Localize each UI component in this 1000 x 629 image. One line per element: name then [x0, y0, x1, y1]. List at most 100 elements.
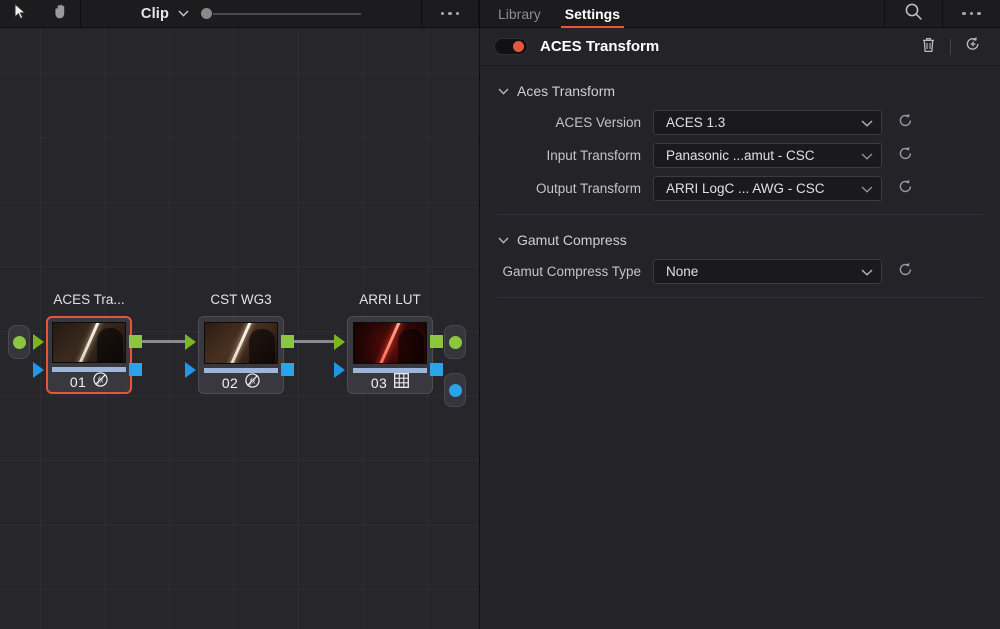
node-02-body[interactable]: 02 fx — [198, 316, 284, 394]
inspector-options-button[interactable] — [942, 0, 1000, 28]
node-3-rgb-input-arrow[interactable] — [334, 334, 345, 350]
node-02-thumbnail — [204, 322, 278, 364]
dropdown-gamut-compress-type-value: None — [666, 264, 699, 279]
pan-tool-button[interactable] — [40, 0, 80, 28]
reset-icon — [897, 145, 914, 167]
graph-output-rgb[interactable] — [444, 325, 466, 359]
tab-library[interactable]: Library — [486, 0, 553, 28]
node-1-key-input-arrow[interactable] — [33, 362, 44, 378]
slider-knob[interactable] — [201, 8, 213, 19]
node-02-footer: 02 fx — [204, 373, 278, 393]
inspector-pane: Library Settings ACES Transform Aces Tra… — [479, 0, 1000, 629]
row-input-transform: Input Transform Panasonic ...amut - CSC — [480, 139, 1000, 172]
chevron-down-icon[interactable] — [498, 231, 509, 249]
reset-input-transform-button[interactable] — [882, 145, 928, 167]
node-2-key-input-arrow[interactable] — [185, 362, 196, 378]
ellipsis-icon — [962, 11, 966, 16]
reset-icon — [897, 112, 914, 134]
node-01-key-output[interactable] — [129, 363, 142, 376]
reset-output-transform-button[interactable] — [882, 178, 928, 200]
dropdown-input-transform[interactable]: Panasonic ...amut - CSC — [653, 143, 882, 168]
row-gamut-compress-type: Gamut Compress Type None — [480, 255, 1000, 288]
reset-icon — [897, 261, 914, 283]
effect-enable-toggle[interactable] — [494, 38, 528, 55]
node-01-number: 01 — [69, 374, 87, 390]
thumb-figure — [97, 328, 123, 363]
node-01-rgb-output[interactable] — [129, 335, 142, 348]
reset-gamut-compress-type-button[interactable] — [882, 261, 928, 283]
node-editor-pane: Clip ACES Tra... 01 CST WG3 02 ARRI LUT … — [0, 0, 479, 629]
dropdown-output-transform-value: ARRI LogC ... AWG - CSC — [666, 181, 825, 196]
node-3-key-input-arrow[interactable] — [334, 362, 345, 378]
reset-all-button[interactable] — [960, 35, 986, 58]
tab-library-label: Library — [498, 5, 541, 22]
section-gamut-compress: Gamut Compress Gamut Compress Type None — [480, 215, 1000, 288]
node-03[interactable]: ARRI LUT 03 — [347, 292, 433, 394]
node-2-rgb-input-arrow[interactable] — [185, 334, 196, 350]
header-divider — [950, 38, 951, 55]
label-aces-version: ACES Version — [555, 115, 641, 130]
node-02[interactable]: CST WG3 02 fx — [198, 292, 284, 394]
dropdown-output-transform[interactable]: ARRI LogC ... AWG - CSC — [653, 176, 882, 201]
dropdown-aces-version-value: ACES 1.3 — [666, 115, 726, 130]
node-1-rgb-input-arrow[interactable] — [33, 334, 44, 350]
effect-title: ACES Transform — [540, 38, 660, 55]
tab-settings-label: Settings — [564, 5, 621, 22]
hand-icon — [52, 3, 69, 25]
dropdown-gamut-compress-type[interactable]: None — [653, 259, 882, 284]
graph-input-source[interactable] — [8, 325, 30, 359]
output-dot-green — [448, 335, 462, 349]
arrow-cursor-icon — [14, 2, 27, 25]
chevron-down-icon[interactable] — [498, 82, 509, 100]
node-03-thumbnail — [353, 322, 427, 364]
wire-node01-node02[interactable] — [142, 340, 186, 343]
node-03-rgb-output[interactable] — [430, 335, 443, 348]
node-02-rgb-output[interactable] — [281, 335, 294, 348]
node-size-slider[interactable] — [201, 8, 362, 19]
node-03-number: 03 — [370, 375, 388, 391]
section-aces-transform-header[interactable]: Aces Transform — [480, 76, 1000, 106]
node-01-footer: 01 fx — [52, 372, 126, 392]
reset-add-icon — [964, 35, 982, 58]
clip-scope-label[interactable]: Clip — [141, 6, 169, 22]
fx-icon: fx — [93, 372, 108, 392]
node-01-body[interactable]: 01 fx — [46, 316, 132, 394]
node-03-key-output[interactable] — [430, 363, 443, 376]
wire-node02-node03[interactable] — [294, 340, 335, 343]
toggle-knob — [513, 41, 524, 52]
delete-effect-button[interactable] — [915, 36, 941, 58]
tab-settings[interactable]: Settings — [553, 0, 632, 28]
chevron-down-icon[interactable] — [861, 114, 873, 132]
node-editor-options-button[interactable] — [422, 0, 478, 28]
ellipsis-icon — [440, 11, 445, 16]
graph-output-key[interactable] — [444, 373, 466, 407]
chevron-down-icon[interactable] — [861, 147, 873, 165]
label-gamut-compress-type: Gamut Compress Type — [502, 264, 641, 279]
ellipsis-icon — [448, 11, 452, 16]
ellipsis-icon — [455, 11, 460, 16]
effect-header: ACES Transform — [480, 28, 1000, 66]
select-tool-button[interactable] — [0, 0, 40, 28]
section-aces-transform-title: Aces Transform — [517, 83, 616, 99]
section-divider-bottom — [498, 297, 982, 298]
clip-scope-control: Clip — [81, 0, 421, 28]
node-02-key-output[interactable] — [281, 363, 294, 376]
trash-icon — [921, 36, 936, 58]
chevron-down-icon[interactable] — [861, 180, 873, 198]
ellipsis-icon — [969, 11, 974, 16]
dropdown-aces-version[interactable]: ACES 1.3 — [653, 110, 882, 135]
section-gamut-compress-header[interactable]: Gamut Compress — [480, 225, 1000, 255]
fx-icon: fx — [245, 373, 260, 393]
node-graph-canvas[interactable]: ACES Tra... 01 fx — [0, 28, 479, 629]
chevron-down-icon[interactable] — [178, 10, 189, 17]
chevron-down-icon[interactable] — [861, 263, 873, 281]
row-aces-version: ACES Version ACES 1.3 — [480, 106, 1000, 139]
reset-aces-version-button[interactable] — [882, 112, 928, 134]
thumb-figure — [398, 329, 424, 363]
source-dot-green — [12, 335, 26, 349]
inspector-search-button[interactable] — [884, 0, 942, 28]
section-gamut-compress-title: Gamut Compress — [517, 232, 627, 248]
slider-track[interactable] — [213, 12, 362, 15]
node-03-body[interactable]: 03 — [347, 316, 433, 394]
node-01[interactable]: ACES Tra... 01 fx — [46, 292, 132, 394]
